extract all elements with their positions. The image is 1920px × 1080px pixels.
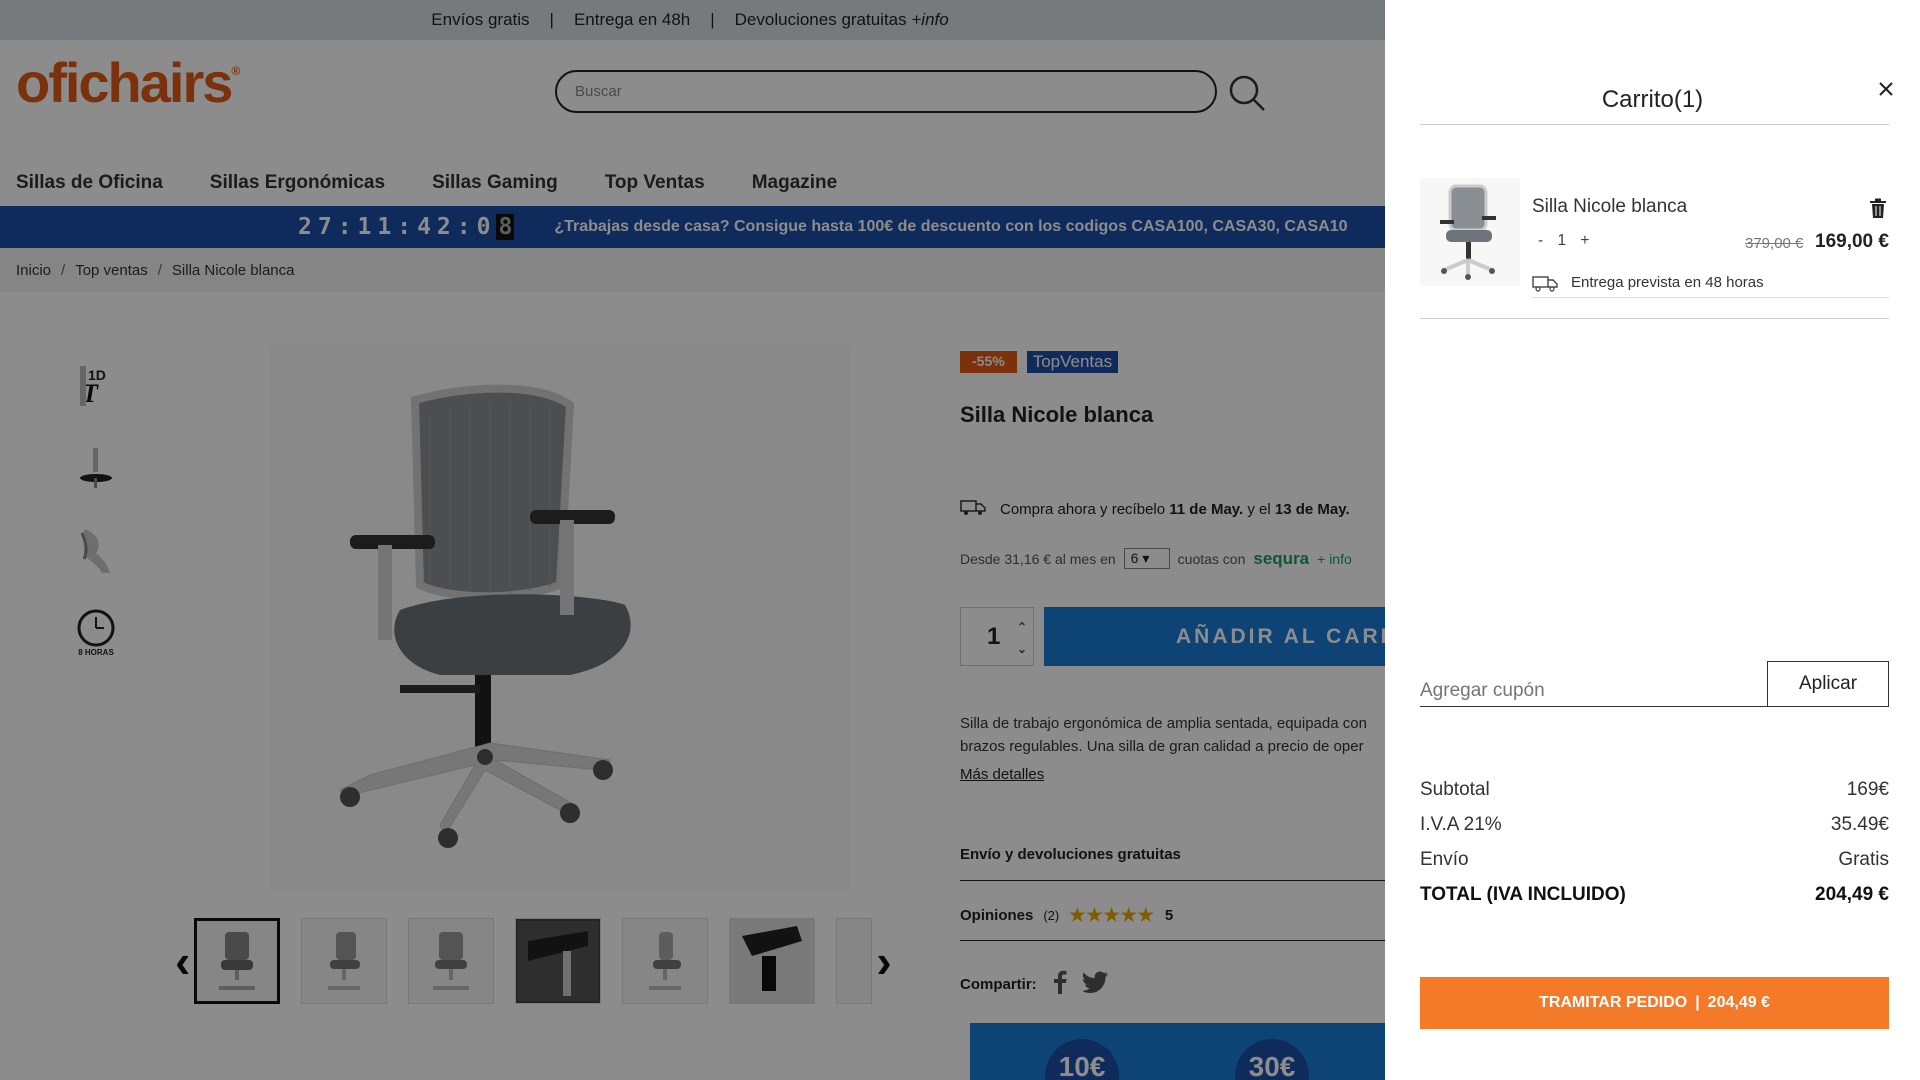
close-icon[interactable] (1873, 76, 1899, 102)
cart-drawer: Carrito(1) Silla Nicole blanca - 1 + 379… (1385, 0, 1920, 1080)
qty-minus-button[interactable]: - (1538, 232, 1543, 250)
truck-icon (1532, 274, 1558, 297)
summary-iva: I.V.A 21% 35.49€ (1420, 814, 1889, 835)
cart-item-price: 169,00 € (1815, 231, 1889, 252)
cart-item-image[interactable] (1420, 178, 1520, 286)
checkout-button[interactable]: TRAMITAR PEDIDO | 204,49 € (1420, 977, 1889, 1029)
modal-backdrop[interactable] (0, 0, 1385, 1080)
summary-shipping: Envío Gratis (1420, 849, 1889, 870)
cart-items-divider (1420, 318, 1889, 319)
summary-subtotal: Subtotal 169€ (1420, 779, 1889, 800)
trash-icon[interactable] (1869, 198, 1887, 219)
apply-coupon-button[interactable]: Aplicar (1767, 661, 1889, 707)
qty-plus-button[interactable]: + (1580, 232, 1589, 250)
cart-title: Carrito(1) (1601, 86, 1704, 113)
cart-item-delivery-eta: Entrega prevista en 48 horas (1571, 274, 1764, 291)
coupon-input[interactable] (1420, 661, 1767, 707)
cart-item-old-price: 379,00 € (1745, 235, 1804, 252)
cart-item-quantity: - 1 + (1538, 232, 1590, 250)
cart-item-divider (1532, 297, 1889, 298)
summary-total: TOTAL (IVA INCLUIDO) 204,49 € (1420, 884, 1889, 905)
cart-header-divider (1420, 124, 1889, 125)
qty-value: 1 (1557, 232, 1567, 249)
cart-item-name[interactable]: Silla Nicole blanca (1532, 196, 1687, 218)
